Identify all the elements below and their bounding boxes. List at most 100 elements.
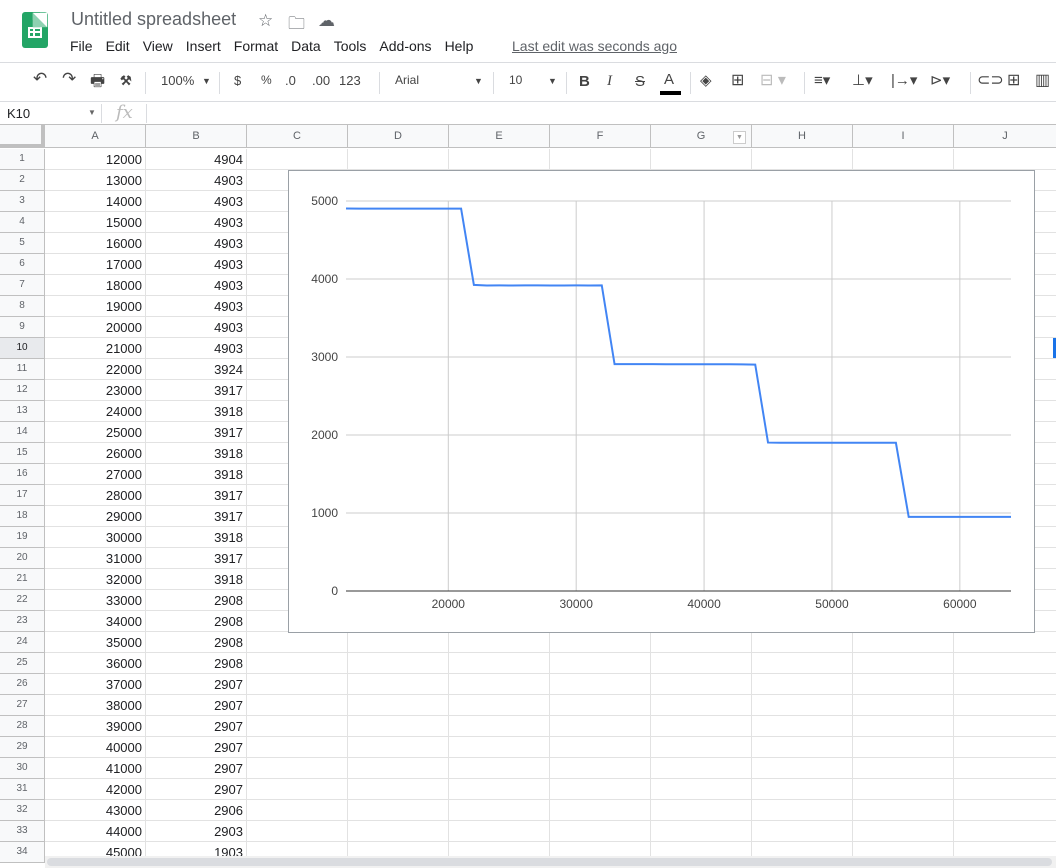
insert-comment-icon[interactable]: ⊞ bbox=[1007, 70, 1020, 90]
cell-a12[interactable]: 23000 bbox=[45, 380, 146, 401]
row-header[interactable]: 22 bbox=[0, 590, 45, 611]
cell-a11[interactable]: 22000 bbox=[45, 359, 146, 380]
cell-a23[interactable]: 34000 bbox=[45, 611, 146, 632]
text-rotation-icon[interactable]: ⊳▾ bbox=[930, 71, 950, 89]
cell-d24[interactable] bbox=[348, 632, 449, 653]
cell-g24[interactable] bbox=[651, 632, 752, 653]
cell-j30[interactable] bbox=[954, 758, 1056, 779]
row-header[interactable]: 2 bbox=[0, 170, 45, 191]
cell-f24[interactable] bbox=[550, 632, 651, 653]
cell-i27[interactable] bbox=[853, 695, 954, 716]
vertical-align-icon[interactable]: ⊥▾ bbox=[852, 71, 873, 89]
cell-b22[interactable]: 2908 bbox=[146, 590, 247, 611]
cell-f28[interactable] bbox=[550, 716, 651, 737]
row-header[interactable]: 18 bbox=[0, 506, 45, 527]
cell-j25[interactable] bbox=[954, 653, 1056, 674]
cell-f25[interactable] bbox=[550, 653, 651, 674]
row-header[interactable]: 34 bbox=[0, 842, 45, 863]
row-header[interactable]: 13 bbox=[0, 401, 45, 422]
cell-b25[interactable]: 2908 bbox=[146, 653, 247, 674]
cell-a25[interactable]: 36000 bbox=[45, 653, 146, 674]
cell-b7[interactable]: 4903 bbox=[146, 275, 247, 296]
cell-i30[interactable] bbox=[853, 758, 954, 779]
cell-j31[interactable] bbox=[954, 779, 1056, 800]
cell-e26[interactable] bbox=[449, 674, 550, 695]
cell-a31[interactable]: 42000 bbox=[45, 779, 146, 800]
cell-f30[interactable] bbox=[550, 758, 651, 779]
cell-g28[interactable] bbox=[651, 716, 752, 737]
cell-a30[interactable]: 41000 bbox=[45, 758, 146, 779]
more-formats-button[interactable]: 123 bbox=[339, 73, 361, 88]
insert-link-icon[interactable]: ⊂⊃ bbox=[977, 70, 1004, 90]
font-select[interactable]: Arial bbox=[395, 73, 419, 87]
move-folder-icon[interactable]: 🗀 bbox=[288, 11, 305, 40]
row-header[interactable]: 11 bbox=[0, 359, 45, 380]
row-header[interactable]: 23 bbox=[0, 611, 45, 632]
cell-c25[interactable] bbox=[247, 653, 348, 674]
cell-h25[interactable] bbox=[752, 653, 853, 674]
print-icon[interactable]: 🖶 bbox=[90, 70, 105, 97]
cell-a32[interactable]: 43000 bbox=[45, 800, 146, 821]
row-header[interactable]: 9 bbox=[0, 317, 45, 338]
row-header[interactable]: 28 bbox=[0, 716, 45, 737]
cell-i26[interactable] bbox=[853, 674, 954, 695]
cell-b17[interactable]: 3917 bbox=[146, 485, 247, 506]
cell-g29[interactable] bbox=[651, 737, 752, 758]
row-header[interactable]: 7 bbox=[0, 275, 45, 296]
cell-b21[interactable]: 3918 bbox=[146, 569, 247, 590]
row-header[interactable]: 6 bbox=[0, 254, 45, 275]
bold-button[interactable]: B bbox=[579, 73, 590, 90]
cell-d27[interactable] bbox=[348, 695, 449, 716]
cell-a7[interactable]: 18000 bbox=[45, 275, 146, 296]
cell-f31[interactable] bbox=[550, 779, 651, 800]
cell-a16[interactable]: 27000 bbox=[45, 464, 146, 485]
decrease-decimal-button[interactable]: .0 bbox=[285, 73, 296, 88]
redo-icon[interactable]: ↷ bbox=[62, 69, 76, 89]
cell-f1[interactable] bbox=[550, 149, 651, 170]
row-header[interactable]: 32 bbox=[0, 800, 45, 821]
cell-b23[interactable]: 2908 bbox=[146, 611, 247, 632]
cell-b32[interactable]: 2906 bbox=[146, 800, 247, 821]
column-header-b[interactable]: B bbox=[146, 125, 247, 148]
cell-e31[interactable] bbox=[449, 779, 550, 800]
paint-format-icon[interactable]: ⚒ bbox=[120, 73, 132, 89]
cell-e29[interactable] bbox=[449, 737, 550, 758]
cell-e25[interactable] bbox=[449, 653, 550, 674]
cell-h31[interactable] bbox=[752, 779, 853, 800]
last-edit-link[interactable]: Last edit was seconds ago bbox=[512, 38, 677, 54]
cell-i32[interactable] bbox=[853, 800, 954, 821]
cell-i29[interactable] bbox=[853, 737, 954, 758]
text-wrap-icon[interactable]: |→▾ bbox=[891, 71, 917, 89]
cell-e32[interactable] bbox=[449, 800, 550, 821]
currency-button[interactable]: $ bbox=[234, 73, 241, 88]
cell-b6[interactable]: 4903 bbox=[146, 254, 247, 275]
cell-a20[interactable]: 31000 bbox=[45, 548, 146, 569]
cell-d28[interactable] bbox=[348, 716, 449, 737]
merge-cells-icon[interactable]: ⊟ ▾ bbox=[760, 70, 786, 90]
cell-b16[interactable]: 3918 bbox=[146, 464, 247, 485]
cell-j32[interactable] bbox=[954, 800, 1056, 821]
cell-b15[interactable]: 3918 bbox=[146, 443, 247, 464]
row-header[interactable]: 10 bbox=[0, 338, 45, 359]
row-header[interactable]: 30 bbox=[0, 758, 45, 779]
cell-d30[interactable] bbox=[348, 758, 449, 779]
row-header[interactable]: 25 bbox=[0, 653, 45, 674]
row-header[interactable]: 17 bbox=[0, 485, 45, 506]
undo-icon[interactable]: ↶ bbox=[33, 69, 47, 89]
cell-i31[interactable] bbox=[853, 779, 954, 800]
cell-b20[interactable]: 3917 bbox=[146, 548, 247, 569]
cell-g33[interactable] bbox=[651, 821, 752, 842]
cell-a5[interactable]: 16000 bbox=[45, 233, 146, 254]
document-title[interactable]: Untitled spreadsheet bbox=[71, 9, 236, 30]
cell-a24[interactable]: 35000 bbox=[45, 632, 146, 653]
cell-a3[interactable]: 14000 bbox=[45, 191, 146, 212]
cell-d32[interactable] bbox=[348, 800, 449, 821]
row-header[interactable]: 24 bbox=[0, 632, 45, 653]
cell-c33[interactable] bbox=[247, 821, 348, 842]
star-icon[interactable]: ☆ bbox=[258, 11, 273, 31]
cell-h27[interactable] bbox=[752, 695, 853, 716]
strikethrough-button[interactable]: S bbox=[635, 73, 645, 90]
cell-b31[interactable]: 2907 bbox=[146, 779, 247, 800]
cell-b10[interactable]: 4903 bbox=[146, 338, 247, 359]
cell-b26[interactable]: 2907 bbox=[146, 674, 247, 695]
